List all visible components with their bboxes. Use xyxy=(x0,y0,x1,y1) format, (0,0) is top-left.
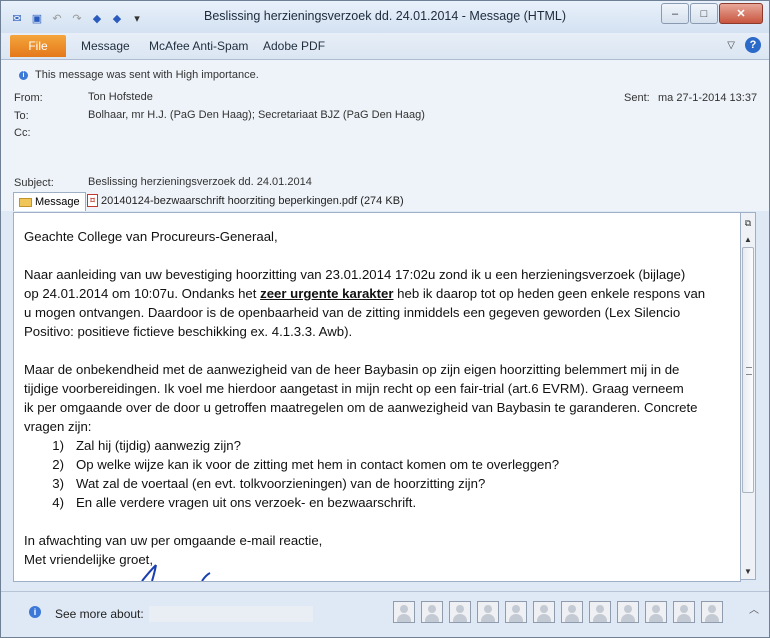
urgent-emphasis: zeer urgente karakter xyxy=(260,286,394,301)
avatar[interactable] xyxy=(645,601,667,623)
list-item: 1) Zal hij (tijdig) aanwezig zijn? xyxy=(52,438,241,453)
paragraph-1-line-1: Naar aanleiding van uw bevestiging hoorz… xyxy=(24,267,686,282)
avatar[interactable] xyxy=(505,601,527,623)
scroll-up-icon[interactable]: ▲ xyxy=(741,231,755,247)
to-value[interactable]: Bolhaar, mr H.J. (PaG Den Haag); Secreta… xyxy=(88,109,425,121)
avatar[interactable] xyxy=(617,601,639,623)
people-info-icon: i xyxy=(29,606,41,618)
from-label: From: xyxy=(14,92,43,104)
minimize-button[interactable]: – xyxy=(661,3,689,24)
paragraph-2-line-2: tijdige voorbereidingen. Ik voel me hier… xyxy=(24,381,684,396)
list-item: 2) Op welke wijze kan ik voor de zitting … xyxy=(52,457,560,472)
ribbon-tabs: File Message McAfee Anti-Spam Adobe PDF … xyxy=(1,33,769,60)
message-view-tab[interactable]: Message xyxy=(13,192,86,211)
attachment-filename: 20140124-bezwaarschrift hoorziting beper… xyxy=(101,194,404,207)
tab-mcafee-anti-spam[interactable]: McAfee Anti-Spam xyxy=(149,39,248,53)
avatar[interactable] xyxy=(477,601,499,623)
see-more-about-label: See more about: xyxy=(55,607,144,621)
file-tab[interactable]: File xyxy=(10,35,66,57)
message-view-label: Message xyxy=(35,196,80,208)
people-avatars xyxy=(393,601,723,623)
list-item: 4) En alle verdere vragen uit ons verzoek… xyxy=(52,495,417,510)
sent-label: Sent: xyxy=(624,92,650,104)
pdf-icon: ⌑ xyxy=(87,194,98,207)
attachment-bar: Message ⌑ 20140124-bezwaarschrift hoorzi… xyxy=(1,192,769,211)
avatar[interactable] xyxy=(561,601,583,623)
signature-image xyxy=(141,564,211,581)
copy-icon[interactable]: ⧉ xyxy=(741,215,755,231)
ribbon-right-icons: ▽ ? xyxy=(727,37,761,53)
help-icon[interactable]: ? xyxy=(745,37,761,53)
tab-adobe-pdf[interactable]: Adobe PDF xyxy=(263,39,325,53)
paragraph-1-line-3: u mogen ontvangen. Daardoor is de openba… xyxy=(24,305,681,320)
scroll-down-icon[interactable]: ▼ xyxy=(741,563,755,579)
avatar[interactable] xyxy=(701,601,723,623)
window-title: Beslissing herzieningsverzoek dd. 24.01.… xyxy=(204,9,566,23)
avatar[interactable] xyxy=(589,601,611,623)
from-value[interactable]: Ton Hofstede xyxy=(88,91,153,103)
message-window: ✉ ▣ ↶ ↷ ◆ ◆ ▾ Beslissing herzieningsverz… xyxy=(0,0,770,638)
cc-label: Cc: xyxy=(14,127,31,139)
to-label: To: xyxy=(14,110,29,122)
expand-people-pane-icon[interactable]: ︿ xyxy=(749,601,759,616)
greeting: Geachte College van Procureurs-Generaal, xyxy=(24,229,278,244)
message-text: Geachte College van Procureurs-Generaal,… xyxy=(24,227,734,569)
importance-notice: This message was sent with High importan… xyxy=(35,69,259,81)
avatar[interactable] xyxy=(533,601,555,623)
avatar[interactable] xyxy=(421,601,443,623)
sent-value: ma 27-1-2014 13:37 xyxy=(658,92,758,104)
paragraph-2-line-1: Maar de onbekendheid met de aanwezigheid… xyxy=(24,362,680,377)
attachment-pdf[interactable]: ⌑ 20140124-bezwaarschrift hoorziting bep… xyxy=(87,194,404,207)
message-body[interactable]: Geachte College van Procureurs-Generaal,… xyxy=(13,212,741,582)
scroll-thumb[interactable] xyxy=(742,247,754,493)
vertical-scrollbar[interactable]: ⧉ ▲ ▼ xyxy=(740,212,756,580)
paragraph-1-line-4: Positivo: positieve fictieve beschikking… xyxy=(24,324,353,339)
close-button[interactable]: ✕ xyxy=(719,3,763,24)
subject-label: Subject: xyxy=(14,177,54,189)
list-item: 3) Wat zal de voertaal (en evt. tolkvoorz… xyxy=(52,476,486,491)
info-icon: i xyxy=(19,71,28,80)
message-header: i This message was sent with High import… xyxy=(1,60,769,192)
tab-message[interactable]: Message xyxy=(81,39,130,53)
avatar[interactable] xyxy=(393,601,415,623)
paragraph-1-line-2: op 24.01.2014 om 10:07u. Ondanks het zee… xyxy=(24,286,706,301)
envelope-icon xyxy=(19,197,32,207)
avatar[interactable] xyxy=(449,601,471,623)
closing-line-1: In afwachting van uw per omgaande e-mail… xyxy=(24,533,323,548)
redacted-name-box xyxy=(149,606,313,622)
minimize-ribbon-icon[interactable]: ▽ xyxy=(727,40,735,51)
people-pane: i See more about: ︿ xyxy=(1,591,769,637)
avatar[interactable] xyxy=(673,601,695,623)
paragraph-2-line-4: vragen zijn: xyxy=(24,419,92,434)
window-controls: – □ ✕ xyxy=(660,3,763,24)
title-bar: ✉ ▣ ↶ ↷ ◆ ◆ ▾ Beslissing herzieningsverz… xyxy=(1,1,769,33)
subject-value: Beslissing herzieningsverzoek dd. 24.01.… xyxy=(88,176,312,188)
closing-line-2: Met vriendelijke groet, xyxy=(24,552,154,567)
paragraph-2-line-3: ik per omgaande over de door u getroffen… xyxy=(24,400,698,415)
maximize-button[interactable]: □ xyxy=(690,3,718,24)
